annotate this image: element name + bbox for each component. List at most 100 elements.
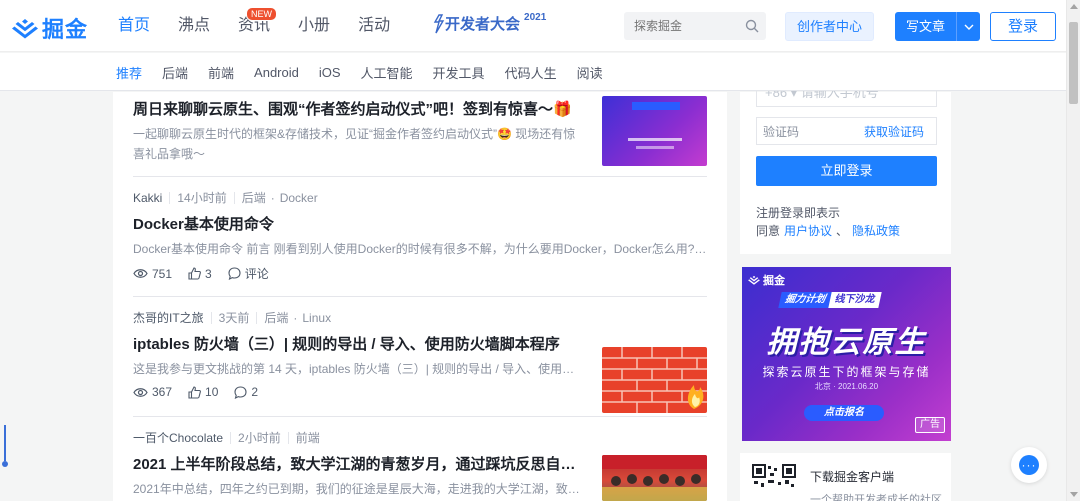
category-recommend[interactable]: 推荐 [106,63,152,82]
article-thumbnail[interactable] [602,347,707,413]
get-code-link[interactable]: 获取验证码 [864,123,924,140]
article-title[interactable]: 周日来聊聊云原生、围观“作者签约启动仪式”吧！签到有惊喜～🎁 [133,98,593,119]
nav-item-events[interactable]: 活动 [344,0,404,52]
ad-event-pill: 掘力计划 线下沙龙 [778,292,882,308]
page: 掘金 首页 沸点 资讯 NEW 小册 活动 开发者大会 2021 探索掘金 创作… [0,0,1080,501]
article-actions: 751 3 评论 [133,265,285,282]
ad-title: 拥抱云原生 [766,325,927,360]
category-ai[interactable]: 人工智能 [351,63,423,82]
article-tag[interactable]: 后端 [242,189,266,206]
nav-label: 小册 [298,17,331,34]
category-backend[interactable]: 后端 [152,63,198,82]
nav-label: 活动 [358,17,391,34]
qr-code-icon [752,464,796,501]
tag-dot: · [293,310,298,325]
article-title[interactable]: iptables 防火墙（三）| 规则的导出 / 导入、使用防火墙脚本程序 [133,333,593,354]
category-devtools[interactable]: 开发工具 [423,63,495,82]
code-input[interactable]: 验证码 获取验证码 [756,117,937,145]
article-title[interactable]: Docker基本使用命令 [133,213,707,234]
article-meta: 杰哥的IT之旅 3天前 后端 · Linux [133,309,331,326]
category-reading[interactable]: 阅读 [567,63,613,82]
dev-conference-link[interactable]: 开发者大会 2021 [433,12,546,34]
ad-date: 北京 · 2021.06.20 [814,382,879,391]
article-entry[interactable]: 杰哥的IT之旅 3天前 后端 · Linux iptables 防火墙（三）| … [133,309,707,417]
article-title[interactable]: 2021 上半年阶段总结，致大学江湖的青葱岁月，通过踩坑反思自己 | ... [133,453,583,474]
like-button[interactable]: 3 [188,267,212,281]
comment-icon [228,267,241,280]
ellipsis-icon: ··· [1019,455,1039,475]
views-value: 367 [152,385,173,399]
terms-and: 、 [836,224,849,238]
article-tag[interactable]: Linux [302,311,331,325]
likes-value: 10 [205,385,219,399]
category-code-life[interactable]: 代码人生 [495,63,567,82]
meta-divider [169,191,171,204]
page-scrollbar[interactable] [1066,0,1080,501]
article-feed: 周日来聊聊云原生、围观“作者签约启动仪式”吧！签到有惊喜～🎁 一起聊聊云原生时代… [113,92,727,501]
article-thumbnail[interactable] [602,455,707,501]
ad-signup-button[interactable]: 点击报名 [804,405,884,421]
search-box [624,12,766,40]
publish-time: 14小时前 [177,191,227,205]
article-tag[interactable]: Docker [280,191,318,205]
ad-banner[interactable]: 掘金 掘力计划 线下沙龙 拥抱云原生 探索云原生下的框架与存储 北京 · 202… [742,267,951,441]
category-android[interactable]: Android [244,65,309,80]
author-name[interactable]: 杰哥的IT之旅 [133,309,204,326]
article-tag[interactable]: 后端 [264,309,288,326]
write-article-button[interactable]: 写文章 [895,12,980,41]
search-icon[interactable] [745,19,759,33]
meta-divider [230,431,232,444]
quick-login-button[interactable]: 立即登录 [756,156,937,186]
publish-time: 2小时前 [238,431,281,445]
article-tag[interactable]: 前端 [296,429,320,446]
nav-item-home[interactable]: 首页 [104,0,164,52]
nav-item-pins[interactable]: 沸点 [164,0,224,52]
author-name[interactable]: Kakki [133,191,162,205]
views-value: 751 [152,266,173,281]
app-download-title: 下载掘金客户端 [810,470,895,484]
terms-agree: 同意 [756,224,781,238]
article-entry[interactable]: Kakki 14小时前 后端 · Docker Docker基本使用命令 Doc… [133,189,707,297]
category-nav: 推荐 后端 前端 Android iOS 人工智能 开发工具 代码人生 阅读 [0,53,1066,91]
cloud-native-banner-image [628,102,682,149]
privacy-policy-link[interactable]: 隐私政策 [852,224,900,238]
category-ios[interactable]: iOS [309,65,351,80]
ad-logo: 掘金 [748,272,785,288]
article-actions: 367 10 2 [133,385,274,399]
creator-center-button[interactable]: 创作者中心 [785,12,874,41]
phone-input[interactable]: +86 ▾ 请输入手机号 [756,91,937,107]
search-input[interactable] [634,19,746,33]
views-count: 751 [133,267,172,281]
comment-button[interactable]: 2 [234,385,258,399]
write-menu-toggle[interactable] [957,12,980,41]
article-thumbnail[interactable] [602,96,707,166]
nav-label: 首页 [118,17,151,34]
author-name[interactable]: 一百个Chocolate [133,429,223,446]
article-entry[interactable]: 一百个Chocolate 2小时前 前端 2021 上半年阶段总结，致大学江湖的… [133,429,707,501]
app-download-desc: 一个帮助开发者成长的社区 [810,494,942,501]
meta-divider [256,311,258,324]
more-options-button[interactable]: ··· [1011,447,1047,483]
meta-divider [233,191,235,204]
nav-item-books[interactable]: 小册 [284,0,344,52]
user-agreement-link[interactable]: 用户协议 [784,224,832,238]
category-frontend[interactable]: 前端 [198,63,244,82]
app-download-card[interactable]: 下载掘金客户端 一个帮助开发者成长的社区 [740,453,951,501]
publish-time: 3天前 [218,311,250,325]
juejin-logo-icon [12,19,38,39]
scroll-up-arrow-icon[interactable] [1070,4,1078,9]
ad-pill-salon: 线下沙龙 [828,292,882,308]
nav-item-news[interactable]: 资讯 NEW [224,0,284,52]
chevron-down-icon [964,24,973,30]
article-abstract: Docker基本使用命令 前言 刚看到别人使用Docker的时候有很多不解，为什… [133,242,707,256]
login-button[interactable]: 登录 [990,12,1056,41]
terms-prefix: 注册登录即表示 [756,206,841,220]
like-button[interactable]: 10 [188,385,218,399]
ad-logo-text: 掘金 [763,275,785,287]
scroll-down-arrow-icon[interactable] [1070,492,1078,497]
scrollbar-thumb[interactable] [1069,22,1078,104]
comment-button[interactable]: 评论 [228,265,269,282]
article-entry[interactable]: 周日来聊聊云原生、围观“作者签约启动仪式”吧！签到有惊喜～🎁 一起聊聊云原生时代… [133,92,707,177]
nav-label: 沸点 [178,17,211,34]
juejin-logo[interactable]: 掘金 [12,12,88,44]
